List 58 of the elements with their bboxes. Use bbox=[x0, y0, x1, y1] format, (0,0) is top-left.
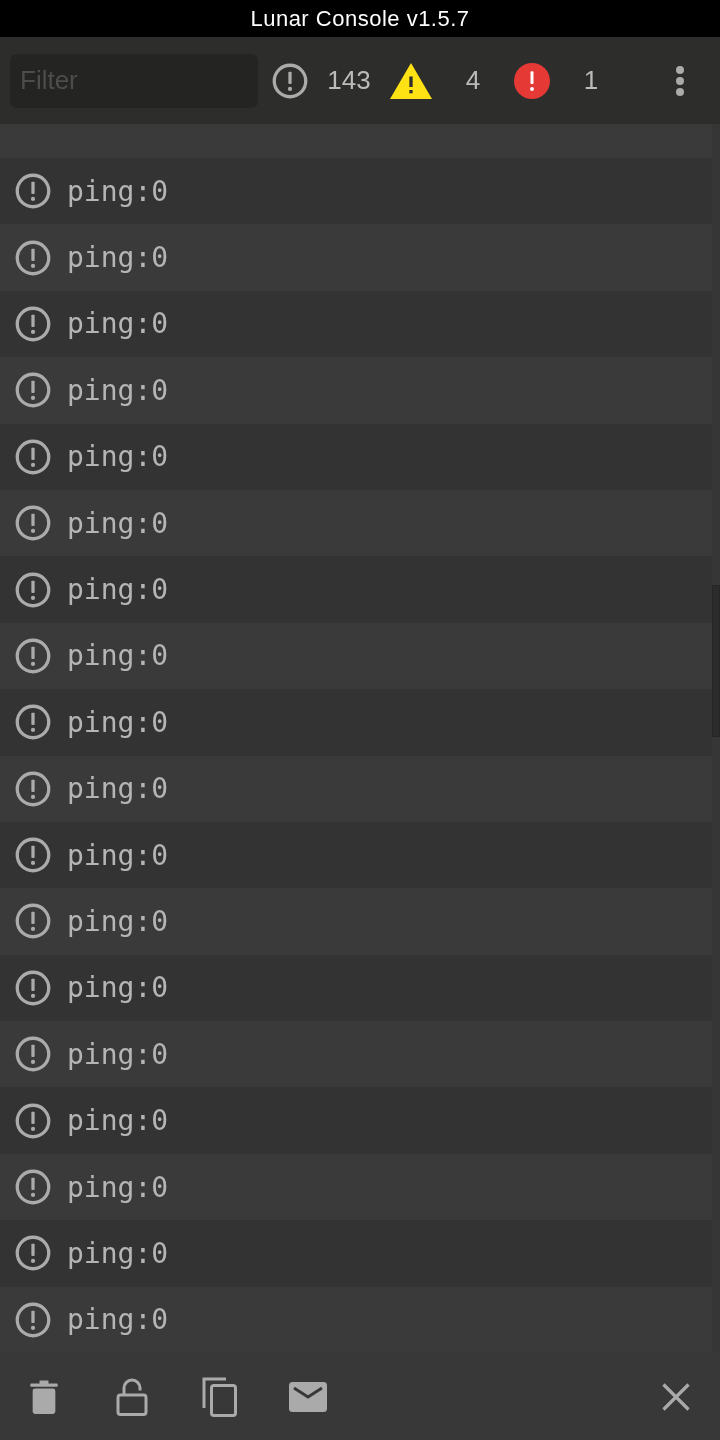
info-icon bbox=[15, 1102, 51, 1139]
log-message: ping:0 bbox=[67, 905, 169, 938]
log-message: ping:0 bbox=[67, 506, 169, 540]
log-message: ping:0 bbox=[67, 1170, 169, 1204]
info-icon bbox=[15, 438, 51, 475]
log-row[interactable]: ping:0 bbox=[0, 1153, 712, 1221]
info-icon bbox=[15, 770, 51, 807]
error-count-button[interactable]: 1 bbox=[514, 56, 632, 105]
log-row[interactable]: ping:0 bbox=[0, 1286, 712, 1353]
log-message: ping:0 bbox=[67, 838, 169, 872]
error-icon bbox=[514, 62, 550, 99]
log-message: ping:0 bbox=[67, 1104, 169, 1138]
log-row[interactable]: ping:0 bbox=[0, 489, 712, 557]
log-message: ping:0 bbox=[67, 772, 169, 806]
log-row[interactable]: ping:0 bbox=[0, 755, 712, 822]
log-row[interactable]: ping:0 bbox=[0, 622, 712, 690]
close-icon bbox=[662, 1382, 690, 1411]
log-message: ping:0 bbox=[67, 639, 169, 673]
envelope-icon bbox=[289, 1381, 327, 1412]
vertical-dots-icon bbox=[676, 65, 684, 96]
log-message: ping:0 bbox=[67, 174, 169, 208]
log-message: ping:0 bbox=[67, 1037, 169, 1071]
log-message: ping:0 bbox=[67, 241, 169, 275]
log-message: ping:0 bbox=[67, 440, 169, 474]
info-icon bbox=[272, 62, 308, 99]
info-icon bbox=[15, 239, 51, 276]
copy-icon bbox=[202, 1376, 238, 1417]
warning-count-button[interactable]: 4 bbox=[390, 56, 514, 105]
info-icon bbox=[15, 969, 51, 1006]
log-row[interactable]: ping:0 bbox=[0, 888, 712, 955]
log-row[interactable]: ping:0 bbox=[0, 1021, 712, 1088]
log-message: ping:0 bbox=[67, 307, 169, 341]
info-icon bbox=[15, 837, 51, 874]
log-message: ping:0 bbox=[67, 705, 169, 739]
info-icon bbox=[15, 1301, 51, 1338]
warning-icon bbox=[390, 62, 432, 99]
info-icon bbox=[15, 1036, 51, 1073]
info-icon bbox=[15, 173, 51, 210]
log-message: ping:0 bbox=[67, 373, 169, 407]
window-title: Lunar Console v1.5.7 bbox=[250, 5, 470, 32]
info-icon bbox=[15, 1169, 51, 1206]
info-icon bbox=[15, 372, 51, 409]
info-icon bbox=[15, 637, 51, 674]
log-row[interactable]: ping:0 bbox=[0, 357, 712, 424]
info-icon bbox=[15, 305, 51, 342]
info-icon bbox=[15, 704, 51, 741]
log-message: ping:0 bbox=[67, 971, 169, 1005]
info-icon bbox=[15, 903, 51, 940]
info-icon bbox=[15, 571, 51, 608]
log-message: ping:0 bbox=[67, 1236, 169, 1270]
info-icon bbox=[15, 1235, 51, 1272]
log-message: ping:0 bbox=[67, 573, 169, 607]
log-row[interactable]: ping:0 bbox=[0, 224, 712, 291]
trash-icon bbox=[30, 1379, 58, 1414]
log-count-button[interactable]: 143 bbox=[272, 56, 390, 105]
open-padlock-icon bbox=[116, 1377, 148, 1416]
log-message: ping:0 bbox=[67, 1303, 169, 1337]
info-icon bbox=[15, 505, 51, 542]
